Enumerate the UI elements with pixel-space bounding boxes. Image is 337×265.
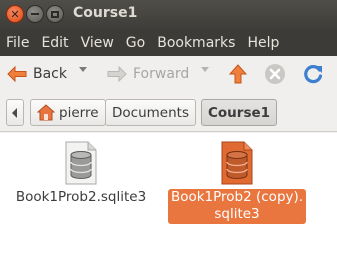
menu-go[interactable]: Go [120, 35, 151, 51]
toolbar: Back Forward [0, 56, 337, 94]
breadcrumb-current[interactable]: Course1 [201, 99, 278, 126]
up-arrow-icon[interactable] [227, 63, 249, 85]
forward-arrow-icon [107, 65, 127, 83]
menu-bar: File Edit View Go Bookmarks Help [0, 29, 337, 56]
breadcrumb-documents[interactable]: Documents [105, 99, 196, 126]
menu-help[interactable]: Help [241, 35, 285, 51]
title-bar: ✕ Course1 [0, 0, 337, 29]
minimize-window-button[interactable] [26, 5, 44, 23]
stop-icon[interactable] [264, 63, 286, 85]
maximize-window-button[interactable] [46, 5, 64, 23]
file-item-selected[interactable]: Book1Prob2 (copy). sqlite3 [163, 141, 311, 224]
back-arrow-icon [7, 65, 27, 83]
menu-edit[interactable]: Edit [35, 35, 74, 51]
breadcrumb-documents-label: Documents [112, 104, 189, 121]
back-button[interactable]: Back [6, 64, 67, 84]
path-bar: pierre Documents Course1 [0, 94, 337, 132]
breadcrumb-home-label: pierre [59, 104, 99, 121]
menu-file[interactable]: File [0, 35, 35, 51]
sqlite-database-icon [221, 141, 253, 185]
breadcrumb-current-label: Course1 [208, 104, 271, 121]
home-folder-icon [37, 104, 55, 121]
menu-bookmarks[interactable]: Bookmarks [151, 35, 241, 51]
file-name-line-1: Book1Prob2 (copy). [170, 189, 304, 205]
file-view: Book1Prob2.sqlite3 Book1Prob2 (copy). sq… [0, 133, 337, 265]
reload-icon[interactable] [302, 63, 324, 85]
file-name-label: Book1Prob2.sqlite3 [15, 189, 147, 205]
sqlite-database-icon [65, 141, 97, 185]
back-label: Back [33, 66, 67, 82]
menu-view[interactable]: View [75, 35, 120, 51]
path-scroll-left-button[interactable] [6, 99, 24, 126]
breadcrumb-home[interactable]: pierre [30, 99, 106, 126]
forward-label: Forward [133, 66, 190, 82]
file-name-line-2: sqlite3 [214, 206, 260, 222]
back-history-dropdown[interactable] [79, 67, 87, 72]
window-title: Course1 [73, 5, 138, 21]
chevron-left-icon [12, 107, 17, 118]
file-item[interactable]: Book1Prob2.sqlite3 [8, 141, 154, 206]
forward-history-dropdown[interactable] [201, 67, 209, 72]
forward-button[interactable]: Forward [106, 64, 189, 84]
file-name-label-selected: Book1Prob2 (copy). sqlite3 [167, 189, 307, 224]
close-window-button[interactable]: ✕ [6, 5, 24, 23]
